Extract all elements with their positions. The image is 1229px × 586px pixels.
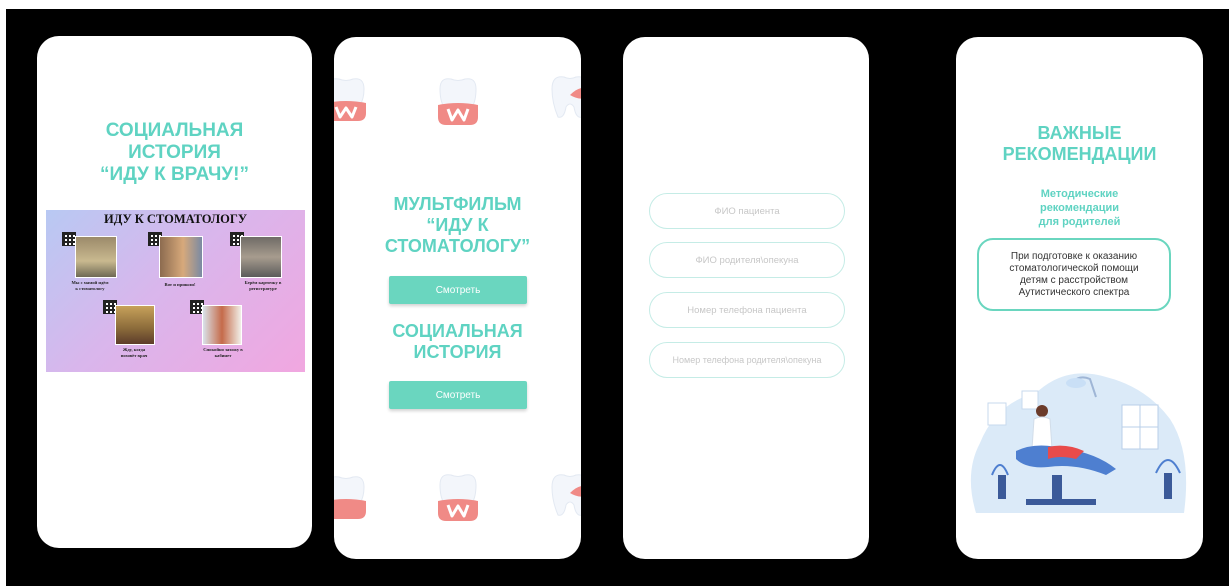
watch-cartoon-button[interactable]: Смотреть [389, 276, 527, 304]
poster-photo [159, 236, 203, 278]
tooth-icon [438, 78, 478, 125]
poster-caption: Спокойно захожу в кабинет [203, 347, 243, 358]
qr-code-icon [62, 232, 76, 246]
tooth-icon [551, 474, 581, 516]
poster-photo [202, 305, 242, 345]
tooth-icon [334, 476, 366, 519]
poster-caption: Жду, когда позовёт врач [120, 347, 148, 358]
story-poster[interactable]: ИДУ К СТОМАТОЛОГУ Мы с мамой идём к стом… [46, 210, 305, 372]
screen-social-story: СОЦИАЛЬНАЯ ИСТОРИЯ “ИДУ К ВРАЧУ!” ИДУ К … [37, 36, 312, 548]
poster-photo [115, 305, 155, 345]
frame-left [0, 0, 6, 586]
recommendation-card[interactable]: При подготовке к оказанию стоматологичес… [977, 238, 1171, 311]
tooth-icon [438, 474, 478, 521]
guardian-phone-field[interactable]: Номер телефона родителя\опекуна [649, 342, 845, 378]
social-story-title: СОЦИАЛЬНАЯ ИСТОРИЯ [392, 321, 523, 362]
cartoon-title: МУЛЬТФИЛЬМ “ИДУ К СТОМАТОЛОГУ” [384, 194, 531, 256]
patient-name-field[interactable]: ФИО пациента [649, 193, 845, 229]
title-line: СОЦИАЛЬНАЯ [105, 120, 244, 141]
screen1-title: СОЦИАЛЬНАЯ ИСТОРИЯ “ИДУ К ВРАЧУ!” [37, 120, 312, 186]
frame-top [0, 0, 1229, 9]
poster-caption: Мы с мамой идём к стоматологу [71, 280, 109, 291]
poster-photo [240, 236, 282, 278]
patient-phone-field[interactable]: Номер телефона пациента [649, 292, 845, 328]
recommendations-subtitle: Методические рекомендации для родителей [1038, 188, 1121, 228]
screen-patient-form: ФИО пациента ФИО родителя\опекуна Номер … [623, 37, 869, 559]
screen-cartoon: МУЛЬТФИЛЬМ “ИДУ К СТОМАТОЛОГУ” Смотреть … [334, 37, 581, 559]
title-line: “ИДУ К ВРАЧУ!” [100, 164, 249, 185]
title-line: ИСТОРИЯ [128, 142, 221, 163]
watch-story-button[interactable]: Смотреть [389, 381, 527, 409]
dentist-illustration [970, 373, 1187, 513]
poster-photo [75, 236, 117, 278]
guardian-name-field[interactable]: ФИО родителя\опекуна [649, 242, 845, 278]
screen-recommendations: ВАЖНЫЕ РЕКОМЕНДАЦИИ Методические рекомен… [956, 37, 1203, 559]
poster-title: ИДУ К СТОМАТОЛОГУ [103, 212, 248, 226]
poster-caption: Берём карточку в регистратуре [244, 280, 282, 291]
poster-caption: Вот и пришли! [164, 282, 196, 287]
tooth-icon [551, 76, 581, 118]
recommendation-text: При подготовке к оказанию стоматологичес… [1009, 250, 1139, 298]
tooth-icon [334, 78, 366, 121]
recommendations-title: ВАЖНЫЕ РЕКОМЕНДАЦИИ [1002, 123, 1157, 164]
